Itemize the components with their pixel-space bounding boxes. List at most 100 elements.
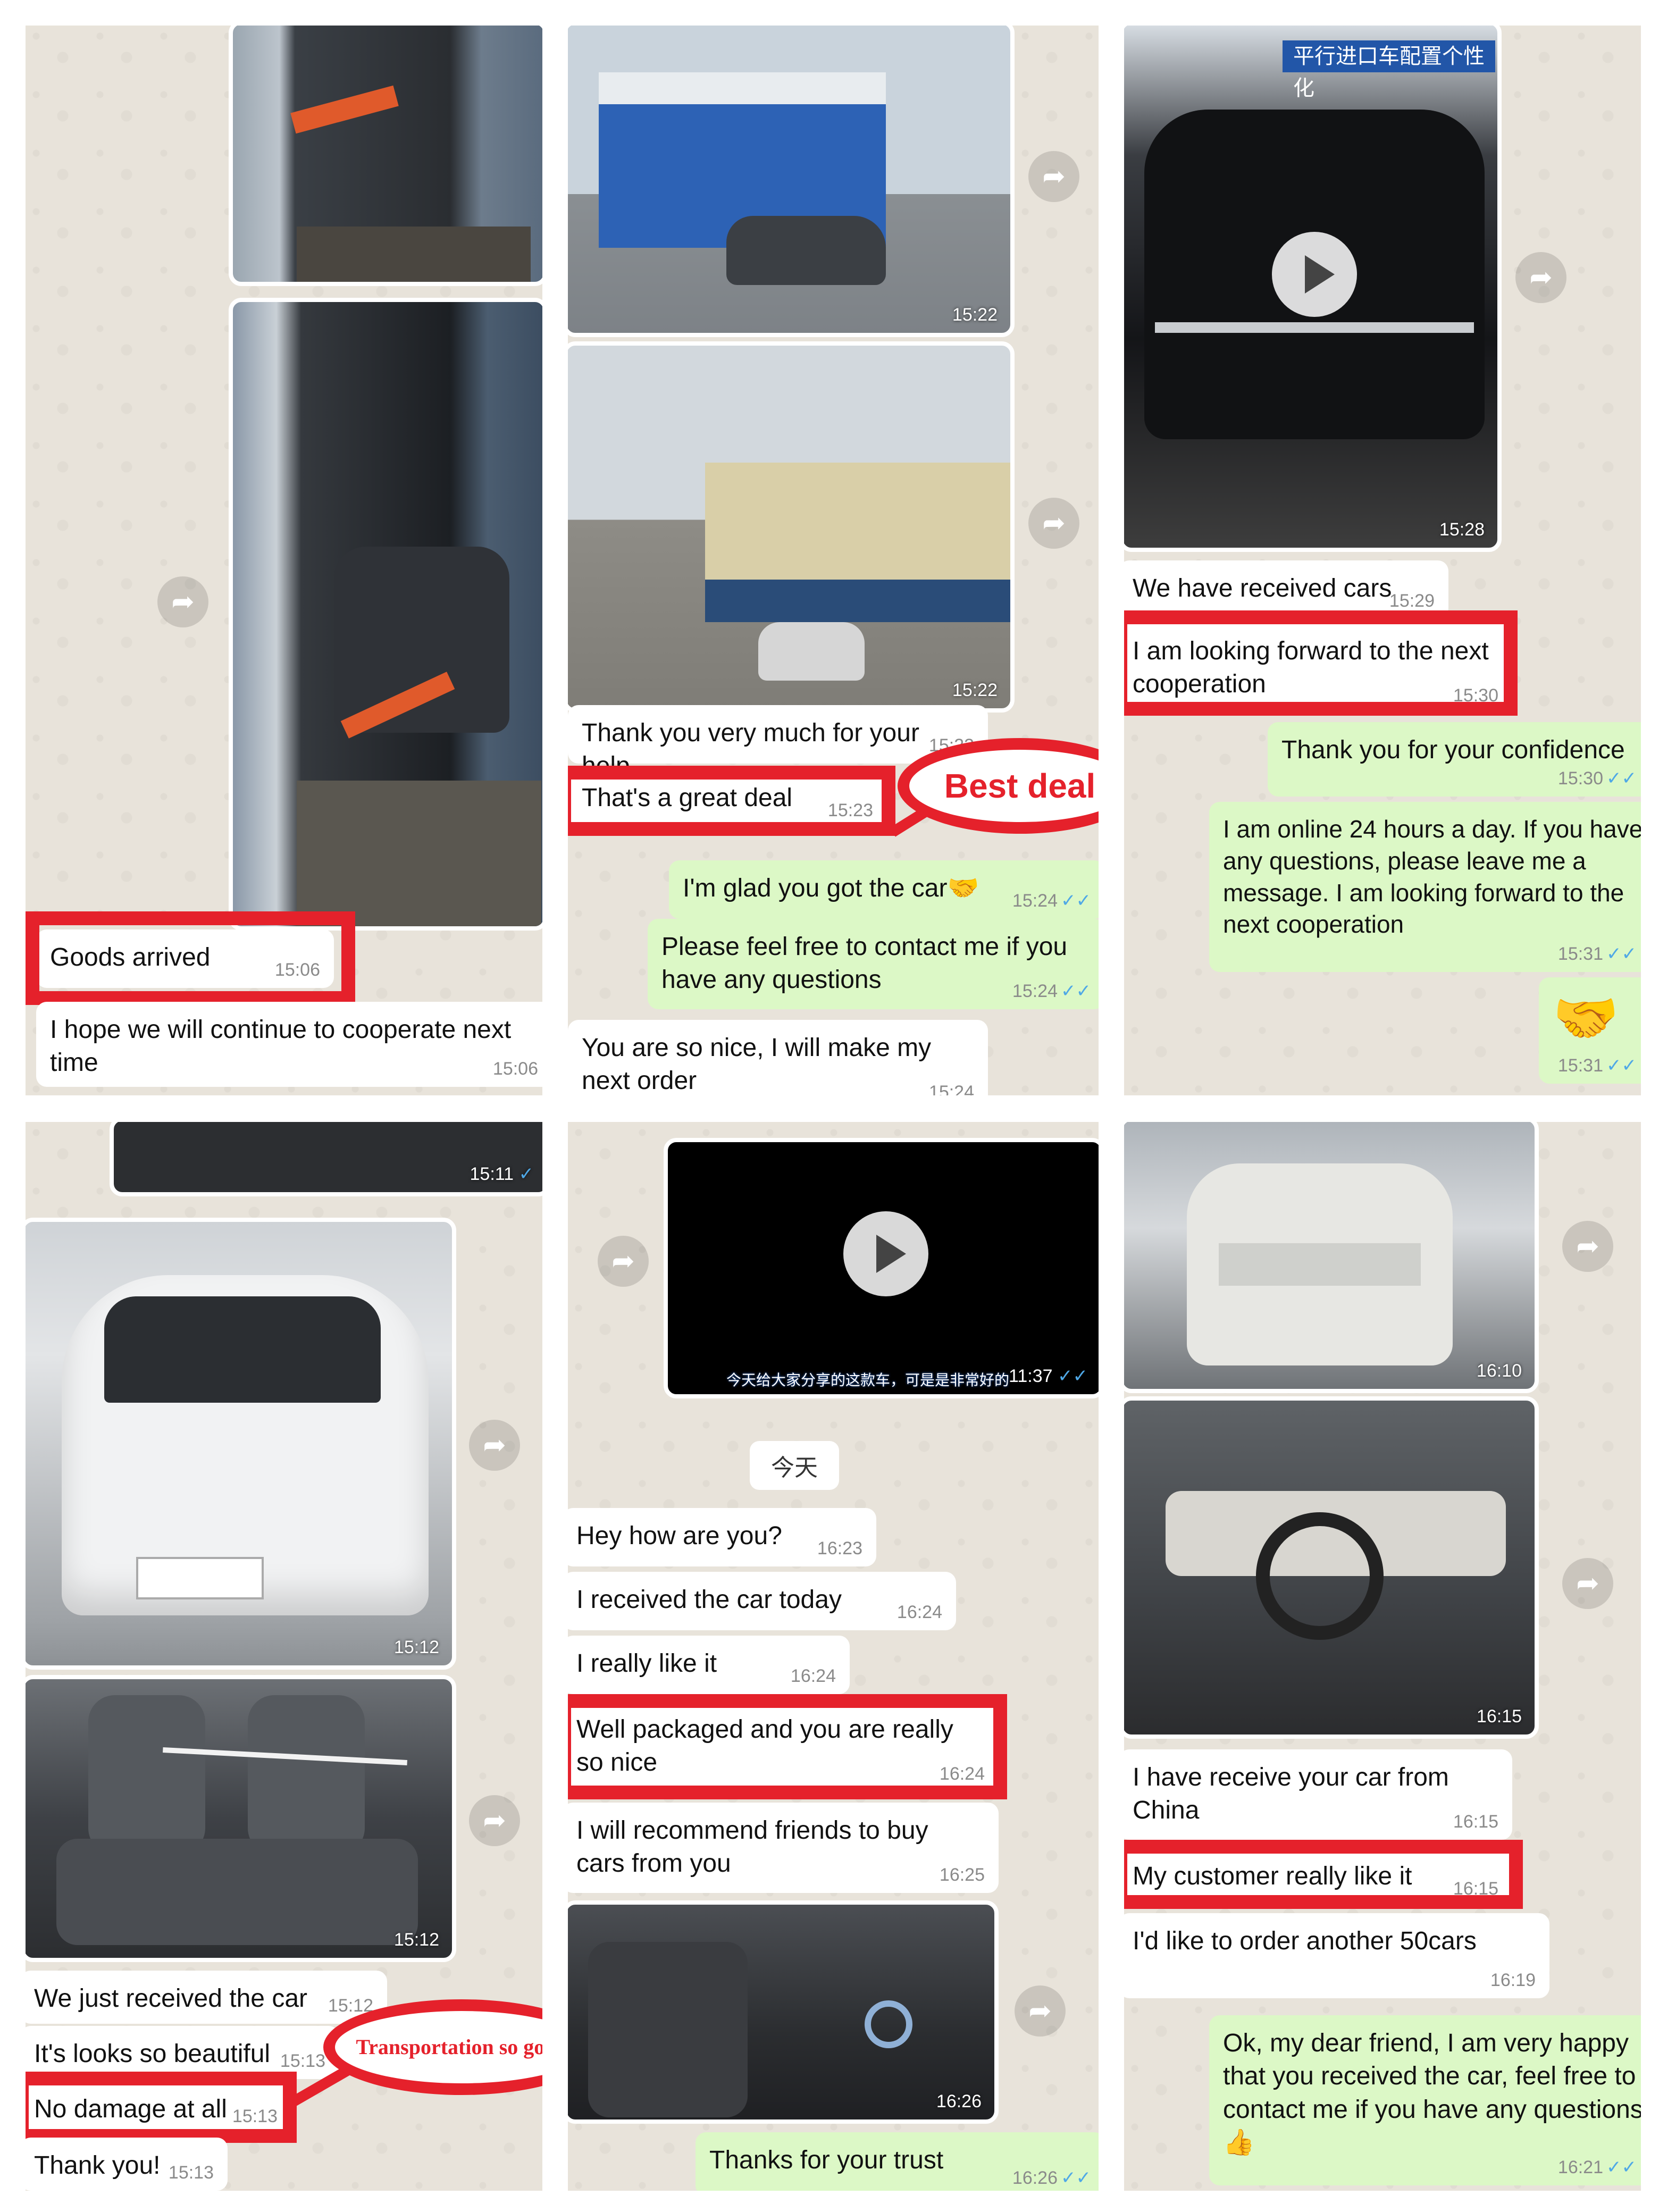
message-text: I hope we will continue to cooperate nex… [50, 1016, 512, 1077]
message-text: Thank you! [34, 2151, 161, 2180]
message-text: I am online 24 hours a day. If you have … [1223, 815, 1641, 939]
car-photo-mini-front[interactable]: 16:10 [1124, 1122, 1539, 1393]
message-bubble: I have receive your car from China 16:15 [1124, 1749, 1512, 1840]
message-time: 16:15 [1453, 1811, 1498, 1832]
forward-arrow-icon[interactable]: ➦ [469, 1795, 520, 1846]
photo-time: 16:15 [1476, 1706, 1522, 1727]
message-time: 16:21 [1557, 2157, 1604, 2177]
forward-arrow-icon[interactable]: ➦ [598, 1236, 649, 1287]
car-photo-front[interactable]: 15:12 [26, 1218, 456, 1670]
double-check-icon: ✓✓ [1606, 2157, 1637, 2177]
message-time: 16:19 [1490, 1970, 1536, 1990]
double-check-icon: ✓✓ [1606, 768, 1637, 789]
forward-arrow-icon[interactable]: ➦ [469, 1420, 520, 1471]
message-time: 15:30 [1557, 768, 1604, 789]
forward-arrow-icon[interactable]: ➦ [1515, 252, 1566, 303]
car-video-2[interactable]: 今天给大家分享的这款车，可是是非常好的 11:37 ✓✓ [664, 1138, 1099, 1398]
photo-time: 15:12 [393, 1637, 439, 1657]
message-text: You are so nice, I will make my next ord… [582, 1034, 932, 1095]
photo-time: 15:22 [952, 680, 998, 700]
message-text: We just received the car [34, 1984, 308, 2013]
car-photo-seats[interactable]: 15:12 [26, 1675, 456, 1962]
message-time: 15:24 [1012, 890, 1058, 911]
forward-arrow-icon[interactable]: ➦ [1562, 1558, 1613, 1609]
car-photo-dashboard[interactable]: 16:15 [1124, 1396, 1539, 1739]
play-icon[interactable] [843, 1211, 928, 1296]
message-text: Ok, my dear friend, I am very happy that… [1223, 2029, 1641, 2157]
message-time: 15:24 [1012, 981, 1058, 1001]
message-text: Hey how are you? [576, 1522, 782, 1550]
thumbs-up-emoji: 👍 [1223, 2129, 1255, 2157]
message-bubble: I'm glad you got the car🤝 15:24 ✓✓ [669, 860, 1099, 919]
message-time: 15:31 [1557, 1055, 1604, 1076]
double-check-icon: ✓✓ [1061, 981, 1091, 1001]
message-time: 15:24 [928, 1082, 974, 1095]
chat-panel-2: 15:22 15:22 ➦ ➦ Thank you very much for … [568, 26, 1099, 1095]
car-photo-top[interactable]: 15:11 ✓ [110, 1122, 542, 1196]
message-time: 15:29 [1389, 590, 1435, 611]
message-time: 16:25 [939, 1864, 985, 1885]
message-bubble: Thank you! 15:13 [26, 2138, 228, 2191]
highlight-box [26, 2072, 297, 2143]
photo-time: 16:10 [1476, 1361, 1522, 1381]
message-bubble: Thanks for your trust 16:26 ✓✓ [696, 2132, 1099, 2191]
message-text: It's looks so beautiful [34, 2040, 271, 2068]
message-bubble: I received the car today 16:24 [568, 1572, 956, 1630]
message-text: Thank you for your confidence [1281, 736, 1625, 764]
message-time: 15:06 [492, 1058, 538, 1079]
message-bubble: Ok, my dear friend, I am very happy that… [1209, 2015, 1641, 2185]
double-check-icon: ✓✓ [1061, 2167, 1091, 2188]
message-text: I'm glad you got the car [683, 874, 948, 902]
photo-time: 15:22 [952, 305, 998, 325]
message-bubble: 🤝 15:31 ✓✓ [1539, 977, 1641, 1084]
forward-arrow-icon[interactable]: ➦ [1015, 1985, 1066, 2037]
message-bubble: Please feel free to contact me if you ha… [648, 919, 1099, 1009]
message-bubble: I am online 24 hours a day. If you have … [1209, 802, 1641, 972]
car-interior-photo[interactable]: 16:26 [568, 1900, 999, 2124]
container-photo-1[interactable] [229, 26, 542, 286]
message-time: 15:31 [1557, 943, 1604, 964]
message-time: 16:24 [790, 1665, 836, 1686]
handshake-emoji: 🤝 [1553, 988, 1619, 1048]
message-text: I will recommend friends to buy cars fro… [576, 1816, 928, 1878]
forward-arrow-icon[interactable]: ➦ [1028, 151, 1079, 202]
video-time: 15:28 [1439, 520, 1485, 540]
photo-time: 15:12 [393, 1930, 439, 1950]
double-check-icon: ✓✓ [1061, 890, 1091, 911]
forward-arrow-icon[interactable]: ➦ [1028, 498, 1079, 549]
chat-panel-3: 平行进口车配置个性化 15:28 ➦ We have received cars… [1124, 26, 1641, 1095]
message-text: I have receive your car from China [1133, 1763, 1449, 1825]
message-time: 16:26 [1012, 2167, 1058, 2188]
message-text: I'd like to order another 50cars [1133, 1927, 1477, 1955]
chat-panel-4: 15:11 ✓ 15:12 15:12 ➦ ➦ We just received… [26, 1122, 542, 2191]
double-check-icon: ✓✓ [1606, 1055, 1637, 1076]
highlight-box [1124, 1840, 1523, 1909]
chat-panel-6: 16:10 16:15 ➦ ➦ I have receive your car … [1124, 1122, 1641, 2191]
play-icon[interactable] [1272, 232, 1357, 317]
double-check-icon: ✓✓ [1606, 943, 1637, 964]
message-text: Thanks for your trust [709, 2146, 944, 2174]
chat-panel-5: 今天给大家分享的这款车，可是是非常好的 11:37 ✓✓ ➦ 今天 Hey ho… [568, 1122, 1099, 2191]
message-bubble: Thank you very much for your help 15:23 [568, 705, 988, 780]
message-bubble: I really like it 16:24 [568, 1636, 850, 1694]
ship-photo-2[interactable]: 15:22 [568, 341, 1015, 713]
message-time: 15:13 [168, 2162, 214, 2183]
ship-photo-1[interactable]: 15:22 [568, 26, 1015, 337]
car-video-1[interactable]: 平行进口车配置个性化 15:28 [1124, 26, 1502, 552]
message-bubble: I'd like to order another 50cars 16:19 [1124, 1913, 1549, 1998]
highlight-box [26, 911, 355, 1005]
message-bubble: You are so nice, I will make my next ord… [568, 1020, 988, 1095]
highlight-box [1124, 610, 1518, 716]
container-photo-2[interactable] [229, 298, 542, 931]
message-bubble: Hey how are you? 16:23 [568, 1508, 876, 1566]
showroom-sign: 平行进口车配置个性化 [1283, 40, 1495, 100]
photo-time: 16:26 [936, 2091, 982, 2112]
forward-arrow-icon[interactable]: ➦ [157, 576, 208, 627]
message-text: I really like it [576, 1649, 717, 1678]
forward-arrow-icon[interactable]: ➦ [1562, 1221, 1613, 1272]
double-check-icon: ✓✓ [1052, 1366, 1088, 1386]
handshake-emoji: 🤝 [947, 874, 979, 902]
message-bubble: I will recommend friends to buy cars fro… [568, 1803, 999, 1893]
message-bubble: Thank you for your confidence 15:30 ✓✓ [1268, 722, 1641, 797]
video-time: 11:37 [1009, 1366, 1053, 1386]
